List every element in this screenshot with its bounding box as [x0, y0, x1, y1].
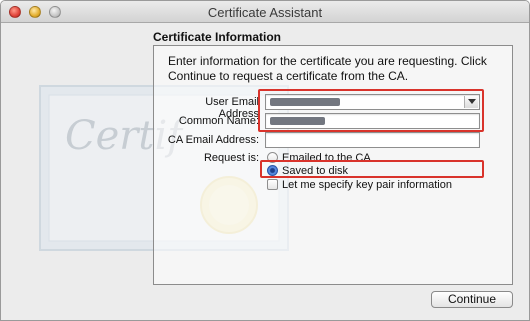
window-title: Certificate Assistant [207, 5, 323, 20]
common-name-label: Common Name: [178, 115, 259, 127]
request-is-label: Request is: [203, 152, 259, 164]
highlight-box-saved [260, 160, 484, 178]
ca-email-field[interactable] [265, 132, 480, 148]
continue-button[interactable]: Continue [431, 291, 513, 308]
key-pair-option-label[interactable]: Let me specify key pair information [282, 179, 452, 191]
key-pair-checkbox[interactable] [267, 179, 278, 190]
ca-email-label: CA Email Address: [167, 134, 259, 146]
highlight-box-identity [258, 89, 484, 132]
intro-text: Enter information for the certificate yo… [168, 54, 487, 83]
certificate-assistant-window: Certificate Assistant Certif Certificate… [0, 0, 530, 321]
title-bar: Certificate Assistant [1, 1, 529, 23]
section-heading: Certificate Information [153, 30, 282, 44]
